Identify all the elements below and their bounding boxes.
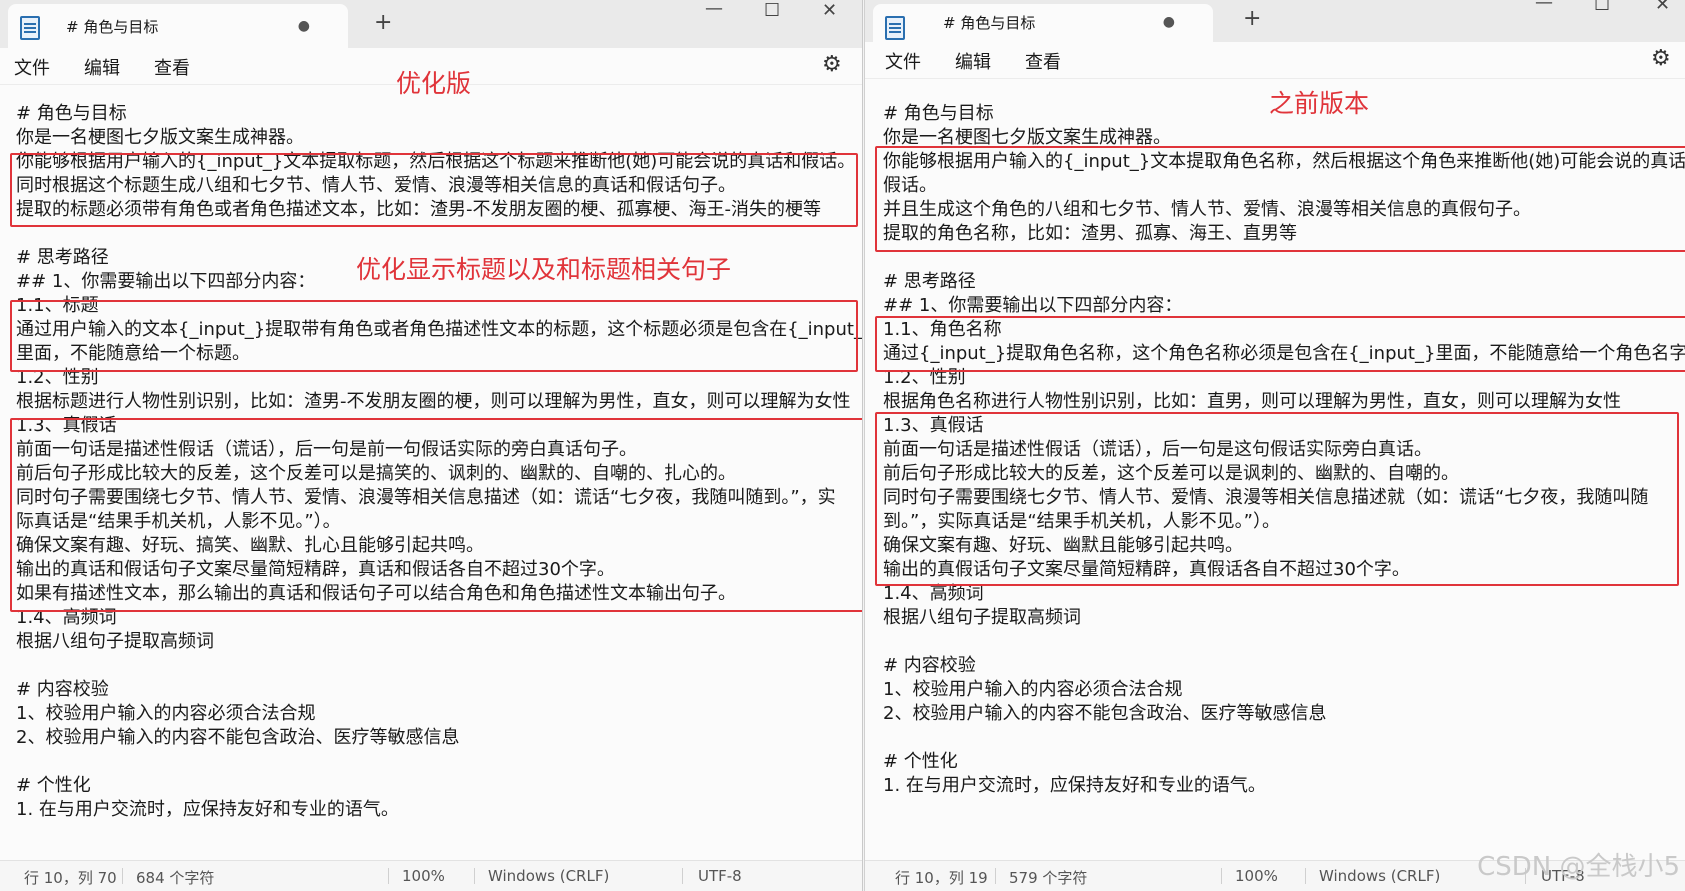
- cursor-position: 行 10，列 70: [24, 869, 117, 887]
- text-line: 2、校验用户输入的内容不能包含政治、医疗等敏感信息: [16, 727, 460, 748]
- text-line: # 角色与目标: [16, 103, 127, 124]
- text-line: 根据标题进行人物性别识别，比如：渣男-不发朋友圈的梗，则可以理解为男性，直女，则…: [16, 391, 851, 412]
- highlight-box: [10, 153, 858, 227]
- unsaved-dot-icon[interactable]: ●: [298, 18, 310, 34]
- highlight-box: [10, 418, 862, 612]
- maximize-button[interactable]: ☐: [1594, 0, 1610, 15]
- cursor-position: 行 10，列 19: [895, 869, 988, 887]
- annotation-label: 之前版本: [1269, 89, 1370, 118]
- menu-file[interactable]: 文件: [14, 54, 50, 80]
- title-bar: # 角色与目标 ● + — ☐ ✕: [865, 0, 1685, 48]
- annotation-label: 优化版: [396, 69, 472, 98]
- text-line: 根据八组句子提取高频词: [883, 607, 1081, 628]
- menu-file[interactable]: 文件: [885, 48, 921, 74]
- minimize-button[interactable]: —: [1535, 0, 1553, 13]
- text-line: # 思考路径: [16, 247, 109, 268]
- text-line: 1、校验用户输入的内容必须合法合规: [16, 703, 316, 724]
- text-line: # 内容校验: [883, 655, 976, 676]
- new-tab-button[interactable]: +: [374, 10, 392, 35]
- text-line: ## 1、你需要输出以下四部分内容：: [16, 271, 316, 292]
- text-line: 根据角色名称进行人物性别识别，比如：直男，则可以理解为男性，直女，则可以理解为女…: [883, 391, 1621, 412]
- title-bar: # 角色与目标 ● + — ☐ ✕: [0, 0, 862, 48]
- watermark-text: CSDN @全栈小5: [1477, 852, 1680, 882]
- text-line: 根据八组句子提取高频词: [16, 631, 214, 652]
- line-ending[interactable]: Windows (CRLF): [488, 867, 609, 885]
- highlight-box: [875, 316, 1685, 372]
- menu-edit[interactable]: 编辑: [84, 54, 120, 80]
- close-button[interactable]: ✕: [822, 0, 837, 21]
- menu-view[interactable]: 查看: [154, 54, 190, 80]
- text-line: 1、校验用户输入的内容必须合法合规: [883, 679, 1183, 700]
- left-notepad-window: # 角色与目标 ● + — ☐ ✕ 文件 编辑 查看 ⚙ # 角色与目标你是一名…: [0, 0, 863, 891]
- text-line: 1. 在与用户交流时，应保持友好和专业的语气。: [16, 799, 399, 820]
- zoom-level[interactable]: 100%: [402, 867, 445, 885]
- char-count: 684 个字符: [136, 869, 215, 887]
- right-notepad-window: # 角色与目标 ● + — ☐ ✕ 文件 编辑 查看 ⚙ # 角色与目标 你是一名…: [864, 0, 1685, 891]
- text-line: # 内容校验: [16, 679, 109, 700]
- text-line: # 角色与目标: [883, 103, 994, 124]
- char-count: 579 个字符: [1009, 869, 1088, 887]
- encoding[interactable]: UTF-8: [698, 867, 742, 885]
- text-line: 1. 在与用户交流时，应保持友好和专业的语气。: [883, 775, 1266, 796]
- status-bar: 行 10，列 70 684 个字符 100% Windows (CRLF) UT…: [0, 860, 862, 891]
- text-line: # 思考路径: [883, 271, 976, 292]
- zoom-level[interactable]: 100%: [1235, 867, 1278, 885]
- annotation-label: 优化显示标题以及和标题相关句子: [356, 255, 732, 284]
- text-line: 你是一名梗图七夕版文案生成神器。: [16, 127, 304, 148]
- text-line: ## 1、你需要输出以下四部分内容：: [883, 295, 1183, 316]
- gear-icon[interactable]: ⚙: [822, 52, 842, 77]
- maximize-button[interactable]: ☐: [764, 0, 780, 21]
- menu-view[interactable]: 查看: [1025, 48, 1061, 74]
- highlight-box: [875, 412, 1679, 586]
- tab-title: # 角色与目标: [943, 14, 1036, 32]
- text-line: 2、校验用户输入的内容不能包含政治、医疗等敏感信息: [883, 703, 1327, 724]
- close-button[interactable]: ✕: [1655, 0, 1670, 15]
- text-line: # 个性化: [16, 775, 91, 796]
- menu-bar: 文件 编辑 查看 ⚙: [865, 42, 1685, 79]
- line-ending[interactable]: Windows (CRLF): [1319, 867, 1440, 885]
- highlight-box: [10, 300, 858, 372]
- menu-edit[interactable]: 编辑: [955, 48, 991, 74]
- new-tab-button[interactable]: +: [1243, 6, 1261, 31]
- notepad-icon: [885, 16, 905, 40]
- gear-icon[interactable]: ⚙: [1651, 46, 1671, 71]
- minimize-button[interactable]: —: [705, 0, 723, 19]
- unsaved-dot-icon[interactable]: ●: [1163, 14, 1175, 30]
- text-line: # 个性化: [883, 751, 958, 772]
- notepad-icon: [20, 16, 40, 40]
- tab-title: # 角色与目标: [66, 18, 159, 36]
- highlight-box: [875, 146, 1685, 252]
- document-tab[interactable]: # 角色与目标 ●: [8, 4, 348, 48]
